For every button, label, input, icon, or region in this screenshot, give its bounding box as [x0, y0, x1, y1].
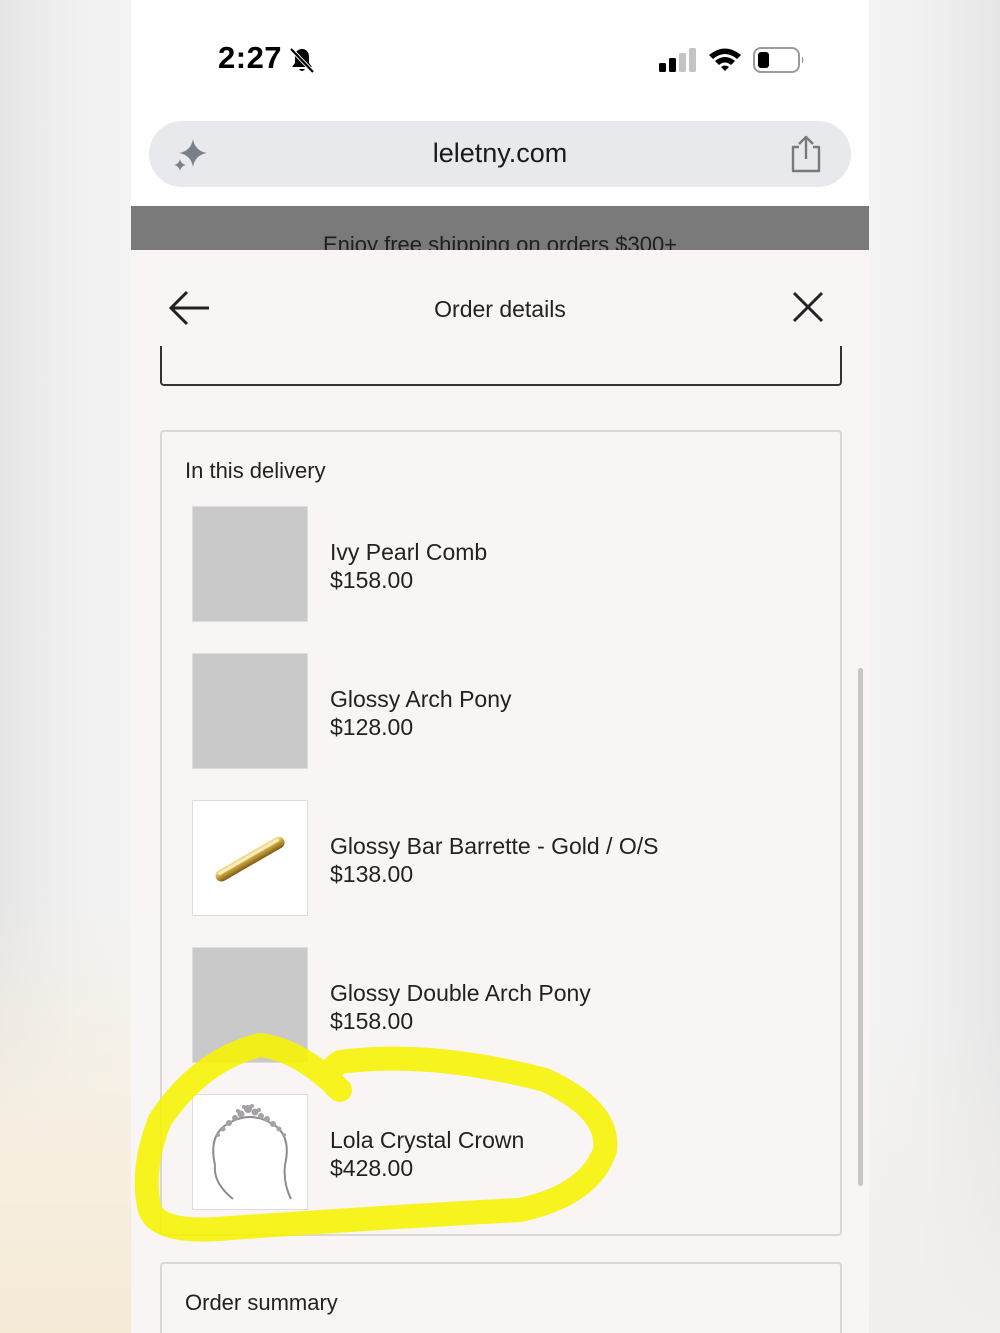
product-image-barrette[interactable]	[192, 800, 308, 916]
address-bar[interactable]: leletny.com	[149, 121, 851, 187]
page-title: Order details	[434, 296, 566, 322]
close-icon[interactable]	[791, 290, 825, 324]
item-price: $128.00	[330, 714, 414, 740]
product-image-placeholder[interactable]	[192, 506, 308, 622]
item-name: Glossy Bar Barrette - Gold / O/S	[330, 833, 659, 859]
battery-icon	[753, 47, 804, 73]
delivery-card: In this delivery Ivy Pearl Comb $158.00 …	[160, 430, 842, 1236]
bell-slash-icon	[289, 47, 315, 74]
list-item[interactable]: Glossy Bar Barrette - Gold / O/S $138.00	[192, 800, 812, 916]
promo-banner: Enjoy free shipping on orders $300+	[131, 206, 869, 250]
background-left	[0, 900, 131, 1333]
share-icon[interactable]	[787, 134, 825, 174]
order-summary-card[interactable]: Order summary	[160, 1262, 842, 1333]
product-image-placeholder[interactable]	[192, 947, 308, 1063]
item-price: $158.00	[330, 567, 414, 593]
item-name: Glossy Double Arch Pony	[330, 980, 591, 1006]
summary-title: Order summary	[185, 1290, 338, 1315]
product-image-crown[interactable]	[192, 1094, 308, 1210]
scrollbar[interactable]	[858, 668, 863, 1186]
list-item[interactable]: Glossy Double Arch Pony $158.00	[192, 947, 812, 1063]
order-details-sheet: Order details In this delivery Ivy Pearl…	[131, 250, 869, 1333]
item-name: Lola Crystal Crown	[330, 1127, 525, 1153]
item-name: Ivy Pearl Comb	[330, 539, 488, 565]
gold-barrette-icon	[215, 836, 285, 882]
item-price: $138.00	[330, 861, 414, 887]
item-name: Glossy Arch Pony	[330, 686, 512, 712]
background-right	[869, 1000, 1000, 1333]
crystal-crown-icon	[212, 1104, 292, 1200]
promo-text: Enjoy free shipping on orders $300+	[322, 232, 678, 250]
list-item[interactable]: Ivy Pearl Comb $158.00	[192, 506, 812, 622]
product-image-placeholder[interactable]	[192, 653, 308, 769]
previous-section-box	[160, 346, 842, 386]
item-price: $158.00	[330, 1008, 414, 1034]
wifi-icon	[709, 48, 741, 71]
cellular-signal-icon	[659, 48, 696, 72]
status-time: 2:27	[218, 40, 283, 75]
phone-screen: 2:27 leletny.com Enjoy free shipping on …	[131, 0, 869, 1333]
url-text[interactable]: leletny.com	[149, 138, 851, 169]
item-price: $428.00	[330, 1155, 414, 1181]
list-item[interactable]: Glossy Arch Pony $128.00	[192, 653, 812, 769]
delivery-title: In this delivery	[185, 458, 326, 483]
list-item[interactable]: Lola Crystal Crown $428.00	[192, 1094, 812, 1210]
